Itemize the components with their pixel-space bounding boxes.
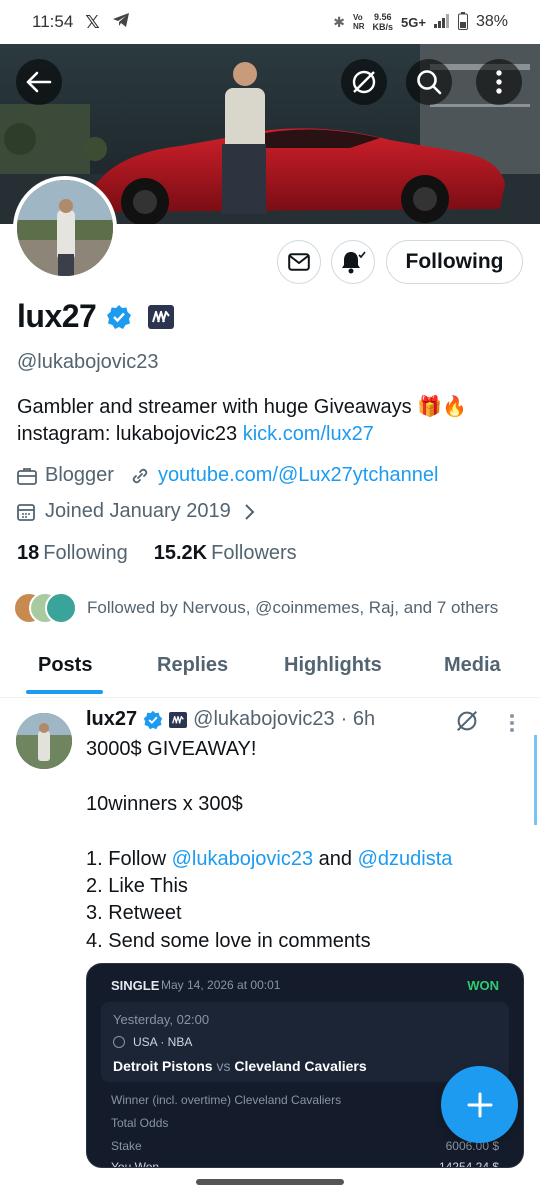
- telegram-notification-icon: [112, 12, 130, 33]
- bet-status: WON: [467, 978, 499, 993]
- affiliate-badge-icon[interactable]: [148, 304, 175, 329]
- back-arrow-icon: [26, 71, 52, 93]
- followers-count-link[interactable]: 15.2K Followers: [154, 542, 297, 565]
- calendar-icon: [17, 503, 35, 521]
- profile-meta-category-row: Blogger youtube.com/@Lux27ytchannel: [17, 464, 438, 487]
- search-button[interactable]: [406, 59, 452, 105]
- tweet-time: · 6h: [340, 708, 376, 730]
- bet-market: Winner (incl. overtime) Cleveland Cavali…: [111, 1093, 342, 1107]
- profile-joined-row[interactable]: Joined January 2019: [17, 500, 255, 523]
- tab-posts[interactable]: Posts: [38, 654, 92, 677]
- website-link[interactable]: youtube.com/@Lux27ytchannel: [158, 464, 438, 487]
- volte-indicator: Vo NR: [352, 13, 365, 31]
- tweet-step-3: 3. Retweet: [86, 902, 182, 925]
- display-name: lux27: [17, 298, 97, 334]
- search-icon: [417, 70, 442, 95]
- profile-bio: Gambler and streamer with huge Giveaways…: [17, 394, 527, 448]
- chevron-right-icon: [244, 503, 255, 520]
- tweet-step-1: 1. Follow @lukabojovic23 and @dzudista: [86, 847, 453, 870]
- plus-icon: [467, 1092, 492, 1117]
- win-label: You Won: [111, 1160, 160, 1168]
- avatar-image: [17, 180, 113, 276]
- tweet-line-2: 10winners x 300$: [86, 792, 243, 815]
- event-league: USA · NBA: [133, 1035, 193, 1049]
- tab-highlights[interactable]: Highlights: [284, 654, 382, 677]
- win-value: 14254.24 $: [438, 1160, 499, 1168]
- kick-link[interactable]: kick.com/lux27: [243, 423, 374, 445]
- status-time: 11:54: [32, 12, 74, 31]
- tweet-text: 3000$ GIVEAWAY! 10winners x 300$ 1. Foll…: [86, 736, 516, 955]
- profile-handle: @lukabojovic23: [17, 351, 159, 373]
- status-bar: 11:54 𝕏 ✱ Vo NR 9.56 KB/s 5G+ 38%: [0, 0, 540, 44]
- verified-icon: [143, 710, 163, 729]
- mail-icon: [288, 253, 310, 271]
- briefcase-icon: [17, 467, 37, 485]
- message-button[interactable]: [277, 240, 321, 284]
- basketball-icon: [113, 1036, 125, 1048]
- back-button[interactable]: [16, 59, 62, 105]
- joined-date: Joined January 2019: [45, 500, 231, 522]
- more-options-button[interactable]: [476, 59, 522, 105]
- event-matchup: Detroit Pistons vs Cleveland Cavaliers: [113, 1058, 367, 1074]
- x-notification-icon: 𝕏: [85, 11, 100, 32]
- battery-icon: [457, 11, 468, 33]
- notifications-button[interactable]: [331, 240, 375, 284]
- bet-date: May 14, 2026 at 00:01: [161, 978, 281, 992]
- bell-icon: [342, 251, 366, 274]
- bet-event-card: Yesterday, 02:00 USA · NBA Detroit Pisto…: [101, 1002, 509, 1082]
- bio-line-1: Gambler and streamer with huge Giveaways…: [17, 396, 467, 418]
- tweet-avatar[interactable]: [16, 713, 72, 769]
- tweet-header: lux27 @lukabojovic23 · 6h: [86, 708, 375, 731]
- mention-lukabojovic23[interactable]: @lukabojovic23: [172, 848, 314, 870]
- mutual-avatars: [13, 592, 79, 624]
- following-count-link[interactable]: 18 Following: [17, 542, 128, 565]
- verified-icon[interactable]: [106, 304, 132, 330]
- profile-category: Blogger: [45, 464, 114, 486]
- grok-icon[interactable]: [454, 708, 480, 734]
- total-odds-label: Total Odds: [111, 1116, 169, 1130]
- followed-by-text: Followed by Nervous, @coinmemes, Raj, an…: [87, 598, 499, 617]
- tab-media[interactable]: Media: [444, 654, 501, 677]
- bio-line-2: instagram: lukabojovic23 kick.com/lux27: [17, 423, 374, 445]
- link-icon: [132, 468, 148, 483]
- affiliate-badge-icon: [169, 711, 188, 728]
- event-time: Yesterday, 02:00: [113, 1012, 210, 1027]
- network-type: 5G+: [401, 14, 426, 30]
- tweet-more-icon[interactable]: [509, 713, 515, 733]
- net-speed: 9.56 KB/s: [372, 12, 394, 32]
- bluetooth-icon: ✱: [333, 13, 345, 30]
- grok-icon: [352, 70, 376, 94]
- followed-by-row[interactable]: Followed by Nervous, @coinmemes, Raj, an…: [13, 592, 498, 624]
- grok-button[interactable]: [341, 59, 387, 105]
- compose-button[interactable]: [441, 1066, 518, 1143]
- bet-type: SINGLE: [111, 978, 160, 993]
- more-vertical-icon: [496, 70, 502, 94]
- profile-name-row: lux27: [17, 298, 175, 335]
- signal-icon: [433, 13, 450, 31]
- tweet-line-1: 3000$ GIVEAWAY!: [86, 738, 257, 760]
- active-tab-indicator: [26, 690, 103, 694]
- event-league-row: USA · NBA: [113, 1035, 192, 1049]
- tweet-step-4: 4. Send some love in comments: [86, 929, 371, 952]
- tweet-step-2: 2. Like This: [86, 875, 188, 897]
- home-indicator[interactable]: [196, 1179, 344, 1185]
- stake-label: Stake: [111, 1139, 142, 1153]
- tweet-author-name[interactable]: lux27: [86, 708, 137, 731]
- profile-avatar[interactable]: [13, 176, 117, 280]
- following-button[interactable]: Following: [386, 240, 523, 284]
- tab-replies[interactable]: Replies: [157, 654, 228, 677]
- battery-percent: 38%: [475, 13, 508, 30]
- tweet-author-handle: @lukabojovic23: [193, 708, 335, 730]
- mention-dzudista[interactable]: @dzudista: [358, 848, 453, 870]
- follow-counts: 18 Following 15.2K Followers: [17, 542, 297, 565]
- scrollbar[interactable]: [534, 735, 537, 825]
